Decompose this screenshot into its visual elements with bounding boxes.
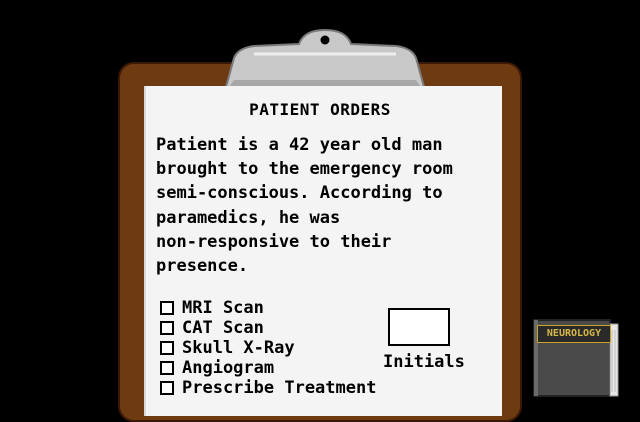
page-title: PATIENT ORDERS — [249, 100, 391, 119]
order-item-prescribe-treatment[interactable]: Prescribe Treatment — [160, 378, 376, 398]
description-line: brought to the emergency room — [156, 159, 453, 180]
checkbox[interactable] — [160, 321, 174, 335]
order-item-mri-scan[interactable]: MRI Scan — [160, 298, 376, 318]
patient-description: Patient is a 42 year old man brought to … — [156, 133, 496, 278]
order-item-skull-x-ray[interactable]: Skull X-Ray — [160, 338, 376, 358]
book-title: NEUROLOGY — [537, 325, 611, 343]
order-label: MRI Scan — [182, 298, 264, 318]
order-label: Prescribe Treatment — [182, 378, 377, 398]
checkbox[interactable] — [160, 381, 174, 395]
checkbox[interactable] — [160, 341, 174, 355]
description-line: paramedics, he was — [156, 207, 341, 228]
order-checklist: MRI Scan CAT Scan Skull X-Ray Angiogram … — [160, 298, 376, 398]
checkbox[interactable] — [160, 361, 174, 375]
clip-hole — [320, 35, 330, 45]
order-label: CAT Scan — [182, 318, 264, 338]
order-item-angiogram[interactable]: Angiogram — [160, 358, 376, 378]
order-label: Skull X-Ray — [182, 338, 295, 358]
description-line: Patient is a 42 year old man — [156, 135, 443, 155]
initials-field[interactable] — [388, 308, 450, 346]
order-item-cat-scan[interactable]: CAT Scan — [160, 318, 376, 338]
order-label: Angiogram — [182, 358, 275, 378]
initials-label: Initials — [383, 352, 465, 372]
description-line: presence. — [156, 256, 249, 277]
checkbox[interactable] — [160, 301, 174, 315]
description-line: non-responsive to their — [156, 231, 392, 252]
description-line: semi-conscious. According to — [156, 183, 443, 204]
